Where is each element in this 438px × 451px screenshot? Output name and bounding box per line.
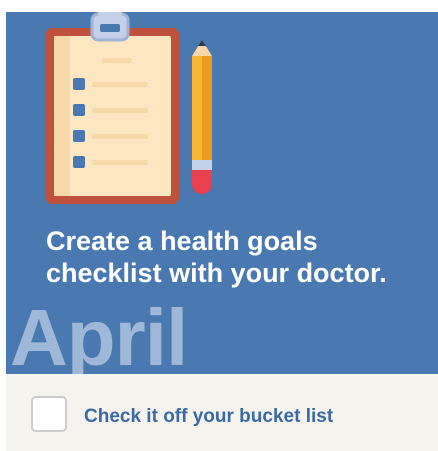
headline: Create a health goals checklist with you… <box>46 226 387 288</box>
footer-bar: Check it off your bucket list <box>6 374 438 451</box>
pencil-icon <box>192 40 212 194</box>
health-tip-card: Create a health goals checklist with you… <box>6 12 438 374</box>
month-label: April <box>10 293 188 375</box>
clipboard-icon <box>46 12 179 204</box>
illustration <box>46 12 212 204</box>
checkbox-label[interactable]: Check it off your bucket list <box>84 406 333 428</box>
bucket-list-checkbox[interactable] <box>31 396 67 432</box>
